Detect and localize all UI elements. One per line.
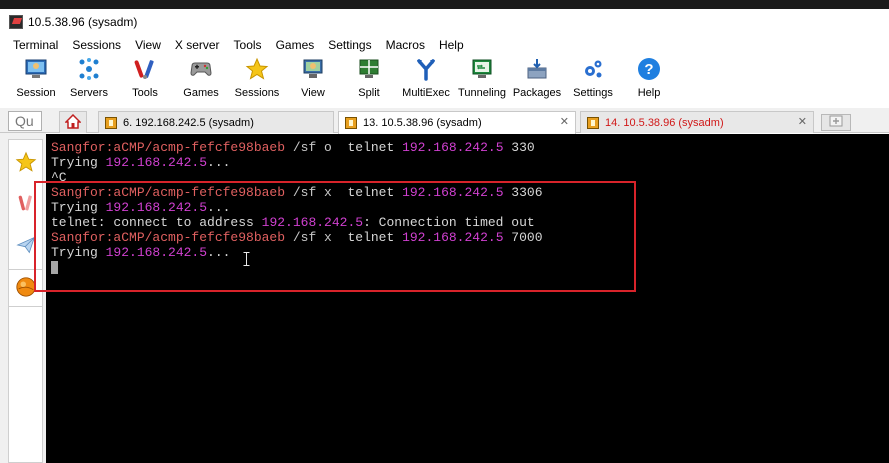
multiexec-button[interactable]: MultiExec — [397, 54, 455, 104]
plus-icon — [829, 115, 843, 130]
terminal-segment-prompt: Sangfor:aCMP/acmp-fefcfe98baeb — [51, 140, 286, 155]
sidebar-sessions-button[interactable] — [9, 144, 42, 182]
menu-sessions[interactable]: Sessions — [65, 38, 128, 52]
tab-label: 14. 10.5.38.96 (sysadm) — [605, 116, 724, 129]
tools-icon — [132, 56, 158, 82]
settings-button[interactable]: Settings — [565, 54, 621, 104]
settings-gears-icon — [580, 56, 606, 82]
menu-bar: Terminal Sessions View X server Tools Ga… — [0, 35, 889, 54]
ssh-key-icon — [345, 117, 357, 129]
multiexec-icon — [413, 56, 439, 82]
menu-games[interactable]: Games — [269, 38, 322, 52]
svg-text:?: ? — [644, 61, 653, 78]
mobaxterm-logo-icon — [9, 15, 23, 29]
menu-settings[interactable]: Settings — [321, 38, 378, 52]
terminal-segment-text: 330 — [503, 140, 535, 155]
view-button[interactable]: View — [285, 54, 341, 104]
packages-button[interactable]: Packages — [509, 54, 565, 104]
close-icon[interactable]: ✕ — [560, 115, 569, 128]
tab-session-13[interactable]: 13. 10.5.38.96 (sysadm) ✕ — [338, 111, 576, 134]
menu-help[interactable]: Help — [432, 38, 471, 52]
title-bar: 10.5.38.96 (sysadm) — [0, 9, 889, 35]
sessions-button[interactable]: Sessions — [229, 54, 285, 104]
home-icon — [64, 113, 82, 132]
red-highlight-annotation — [34, 181, 636, 292]
menu-x-server[interactable]: X server — [168, 38, 227, 52]
session-icon — [23, 56, 49, 82]
tunneling-icon — [469, 56, 495, 82]
top-strip — [0, 0, 889, 9]
terminal-segment-ip: 192.168.242.5 — [105, 155, 208, 170]
tab-label: 6. 192.168.242.5 (sysadm) — [123, 116, 254, 129]
close-icon[interactable]: ✕ — [798, 115, 807, 128]
new-tab-button[interactable] — [821, 114, 851, 131]
games-button[interactable]: Games — [173, 54, 229, 104]
terminal-line: Sangfor:aCMP/acmp-fefcfe98baeb /sf o tel… — [51, 140, 889, 155]
terminal-segment-path: /sf o — [285, 140, 348, 155]
session-tab-bar: 6. 192.168.242.5 (sysadm) 13. 10.5.38.96… — [0, 108, 889, 134]
help-button[interactable]: ? Help — [621, 54, 677, 104]
terminal-segment-text: telnet — [347, 140, 403, 155]
quick-connect-input[interactable] — [8, 111, 42, 131]
split-button[interactable]: Split — [341, 54, 397, 104]
paper-plane-icon — [15, 235, 36, 258]
games-icon — [188, 56, 214, 82]
window-title: 10.5.38.96 (sysadm) — [28, 15, 138, 29]
servers-button[interactable]: Servers — [61, 54, 117, 104]
menu-terminal[interactable]: Terminal — [6, 38, 65, 52]
ssh-key-icon — [587, 116, 599, 129]
menu-tools[interactable]: Tools — [227, 38, 269, 52]
session-button[interactable]: Session — [11, 54, 61, 104]
tunneling-button[interactable]: Tunneling — [455, 54, 509, 104]
home-tab[interactable] — [59, 111, 87, 133]
tools-button[interactable]: Tools — [117, 54, 173, 104]
tools-icon — [16, 192, 36, 217]
tab-label: 13. 10.5.38.96 (sysadm) — [363, 117, 482, 129]
sessions-star-icon — [244, 56, 270, 82]
ssh-key-icon — [105, 116, 117, 129]
menu-macros[interactable]: Macros — [379, 38, 432, 52]
view-icon — [300, 56, 326, 82]
terminal-segment-text: ... — [207, 155, 231, 170]
terminal-segment-text: Trying — [51, 155, 106, 170]
servers-icon — [76, 56, 102, 82]
menu-view[interactable]: View — [128, 38, 168, 52]
tab-session-6[interactable]: 6. 192.168.242.5 (sysadm) — [98, 111, 334, 133]
main-toolbar: Session Servers Tools Games Sessions Vie… — [0, 54, 889, 104]
terminal-segment-ip: 192.168.242.5 — [402, 140, 504, 155]
packages-icon — [524, 56, 550, 82]
terminal-line: Trying 192.168.242.5... — [51, 155, 889, 170]
split-icon — [356, 56, 382, 82]
tab-session-14[interactable]: 14. 10.5.38.96 (sysadm) ✕ — [580, 111, 814, 133]
star-icon — [15, 151, 37, 176]
help-icon: ? — [636, 56, 662, 82]
